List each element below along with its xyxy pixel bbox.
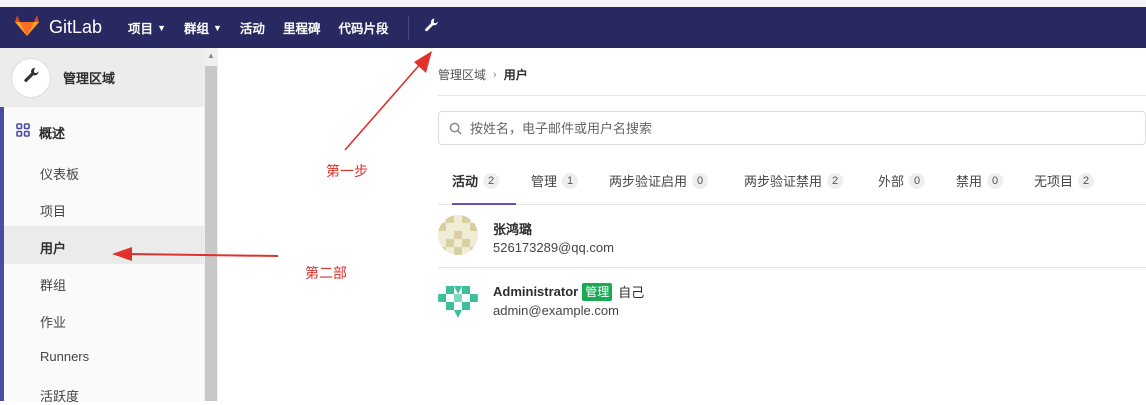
count-badge: 1 — [562, 172, 579, 189]
tab-label: 管理 — [531, 174, 558, 189]
chevron-down-icon: ▼ — [157, 22, 166, 33]
sidebar-item-runners[interactable]: Runners — [40, 349, 89, 364]
user-name-text: 张鸿璐 — [493, 222, 533, 237]
breadcrumb-current: 用户 — [503, 68, 528, 82]
scroll-up-icon[interactable]: ▲ — [207, 51, 215, 60]
admin-area-button[interactable] — [423, 17, 439, 38]
user-email: admin@example.com — [493, 303, 619, 318]
user-row: 张鸿璐 526173289@qq.com — [438, 205, 1146, 268]
nav-item-snippets[interactable]: 代码片段 — [338, 18, 388, 37]
tab-2fa-disabled[interactable]: 两步验证禁用 2 — [744, 157, 844, 204]
user-name-text: Administrator — [493, 284, 579, 299]
nav-menu: 项目 ▼ 群组 ▼ 活动 里程碑 代码片段 — [128, 18, 406, 37]
breadcrumb: 管理区域 › 用户 — [438, 66, 528, 83]
identicon-avatar[interactable] — [438, 278, 478, 318]
nav-item-label: 代码片段 — [338, 22, 389, 36]
divider — [438, 95, 1146, 96]
sidebar-context-title: 管理区域 — [63, 71, 116, 86]
tab-without-projects[interactable]: 无项目 2 — [1034, 157, 1095, 204]
user-search-box[interactable] — [438, 111, 1146, 145]
count-badge: 2 — [483, 172, 500, 189]
admin-badge: 管理 — [582, 282, 613, 301]
tab-label: 外部 — [878, 174, 905, 189]
gitlab-logo-icon — [14, 13, 40, 42]
tab-2fa-enabled[interactable]: 两步验证启用 0 — [609, 157, 709, 204]
sidebar-item-groups[interactable]: 群组 — [40, 275, 66, 294]
nav-item-label: 群组 — [183, 22, 209, 36]
user-email: 526173289@qq.com — [493, 240, 614, 255]
tab-label: 禁用 — [956, 174, 983, 189]
nav-item-projects[interactable]: 项目 ▼ — [128, 18, 166, 37]
tab-label: 无项目 — [1034, 174, 1074, 189]
sidebar-scrollbar-thumb[interactable] — [205, 66, 217, 401]
sidebar-item-projects[interactable]: 项目 — [40, 201, 66, 220]
window-top-strip — [0, 0, 1146, 7]
sidebar-item-overview[interactable]: 概述 — [16, 123, 65, 142]
tab-blocked[interactable]: 禁用 0 — [956, 157, 1004, 204]
tab-label: 两步验证启用 — [609, 174, 688, 189]
user-row: Administrator 管理 自己 admin@example.com — [438, 268, 1146, 330]
chevron-right-icon: › — [493, 68, 497, 81]
nav-item-label: 里程碑 — [282, 22, 321, 36]
sidebar-item-users[interactable]: 用户 — [40, 238, 66, 257]
identicon-avatar[interactable] — [438, 215, 478, 255]
nav-item-milestones[interactable]: 里程碑 — [283, 18, 321, 37]
user-filter-tabs: 活动 2 管理 1 两步验证启用 0 两步验证禁用 2 外部 0 禁用 0 无项… — [438, 157, 1146, 205]
nav-item-label: 项目 — [128, 22, 154, 36]
nav-item-activity[interactable]: 活动 — [240, 18, 265, 37]
annotation-step1: 第一步 — [326, 163, 368, 179]
gitlab-brand[interactable]: GitLab — [14, 13, 102, 42]
chevron-down-icon: ▼ — [213, 22, 222, 33]
tab-label: 两步验证禁用 — [744, 174, 823, 189]
top-navbar: GitLab 项目 ▼ 群组 ▼ 活动 里程碑 代码片段 — [0, 7, 1146, 48]
tab-admins[interactable]: 管理 1 — [531, 157, 579, 204]
breadcrumb-parent[interactable]: 管理区域 — [438, 66, 486, 83]
sidebar-item-dashboard[interactable]: 仪表板 — [40, 164, 79, 183]
sidebar-item-jobs[interactable]: 作业 — [40, 312, 66, 331]
sidebar-section-label: 概述 — [39, 126, 66, 141]
wrench-icon — [22, 66, 40, 89]
wrench-icon — [423, 17, 439, 38]
tab-active-users[interactable]: 活动 2 — [452, 157, 516, 205]
count-badge: 2 — [1078, 172, 1095, 189]
self-label: 自己 — [618, 285, 645, 300]
count-badge: 0 — [987, 172, 1004, 189]
nav-item-groups[interactable]: 群组 ▼ — [184, 18, 222, 37]
count-badge: 0 — [909, 172, 926, 189]
sidebar-item-activity[interactable]: 活跃度 — [40, 386, 79, 405]
sidebar-context-header[interactable]: 管理区域 — [0, 48, 204, 107]
tab-external[interactable]: 外部 0 — [878, 157, 926, 204]
sidebar-active-item-bg — [4, 226, 204, 264]
user-name[interactable]: Administrator 管理 自己 — [493, 282, 644, 301]
count-badge: 2 — [827, 172, 844, 189]
grid-icon — [16, 123, 30, 142]
count-badge: 0 — [692, 172, 709, 189]
tab-label: 活动 — [452, 174, 479, 189]
nav-divider — [408, 15, 410, 40]
admin-area-avatar — [11, 57, 51, 98]
search-input[interactable] — [468, 119, 1072, 137]
search-icon — [449, 122, 462, 135]
step1-arrow — [344, 51, 432, 151]
user-name[interactable]: 张鸿璐 — [493, 219, 532, 238]
brand-name: GitLab — [49, 17, 103, 37]
annotation-step2: 第二部 — [305, 265, 347, 281]
nav-item-label: 活动 — [239, 22, 265, 36]
